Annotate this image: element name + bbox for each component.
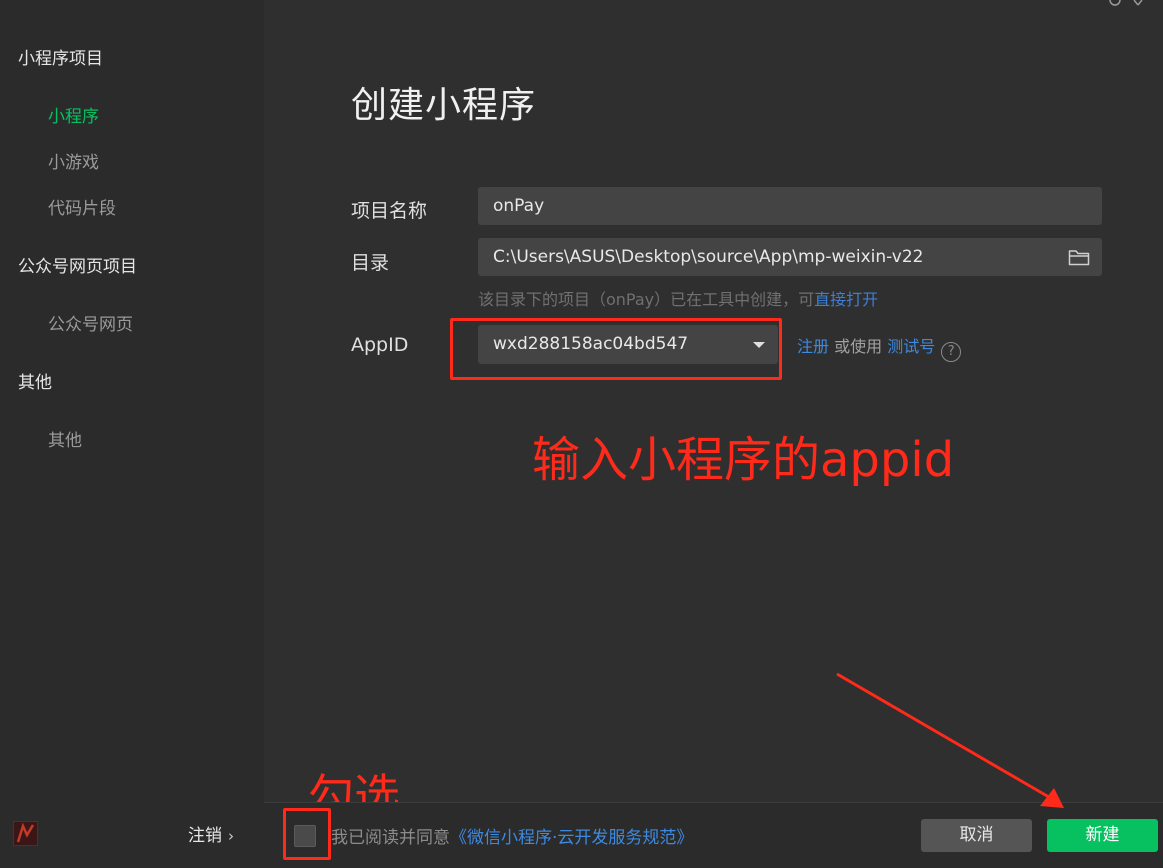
sidebar-group-official: 公众号网页项目 bbox=[18, 257, 137, 277]
create-button[interactable]: 新建 bbox=[1047, 819, 1158, 852]
open-directly-link[interactable]: 直接打开 bbox=[814, 290, 878, 309]
chevron-right-icon: › bbox=[228, 827, 234, 845]
sidebar-item-miniprogram[interactable]: 小程序 bbox=[48, 102, 99, 127]
logout-label: 注销 bbox=[188, 826, 222, 846]
agree-text: 我已阅读并同意《微信小程序·云开发服务规范》 bbox=[331, 823, 693, 848]
avatar-image bbox=[14, 822, 37, 845]
close-icon[interactable] bbox=[1133, 0, 1143, 6]
gear-icon[interactable] bbox=[1109, 0, 1121, 6]
directory-value: C:\Users\ASUS\Desktop\source\App\mp-weix… bbox=[493, 247, 924, 267]
window-controls bbox=[1109, 0, 1143, 6]
project-name-value: onPay bbox=[493, 196, 545, 216]
sidebar-item-minigame[interactable]: 小游戏 bbox=[48, 148, 99, 173]
sidebar-group-other: 其他 bbox=[18, 373, 52, 393]
directory-input[interactable]: C:\Users\ASUS\Desktop\source\App\mp-weix… bbox=[478, 238, 1102, 276]
or-use-text: 或使用 bbox=[834, 337, 883, 356]
sidebar-bottom: 注销 › bbox=[0, 806, 264, 868]
project-name-input[interactable]: onPay bbox=[478, 187, 1102, 225]
directory-hint: 该目录下的项目（onPay）已在工具中创建，可直接打开 bbox=[478, 286, 878, 310]
main-panel: 创建小程序 项目名称 onPay 目录 C:\Users\ASUS\Deskto… bbox=[264, 0, 1163, 868]
help-icon[interactable]: ? bbox=[941, 342, 962, 362]
register-link[interactable]: 注册 bbox=[797, 337, 829, 356]
logout-button[interactable]: 注销 › bbox=[188, 821, 234, 846]
appid-annotation: 输入小程序的appid bbox=[532, 432, 955, 488]
arrow-shaft bbox=[836, 672, 1055, 802]
create-miniprogram-window: 小程序项目 小程序 小游戏 代码片段 公众号网页项目 公众号网页 其他 其他 注… bbox=[0, 0, 1163, 868]
directory-label: 目录 bbox=[351, 252, 390, 274]
avatar[interactable] bbox=[13, 821, 38, 846]
cancel-button[interactable]: 取消 bbox=[921, 819, 1032, 852]
sidebar-item-official-web[interactable]: 公众号网页 bbox=[48, 310, 133, 335]
page-title: 创建小程序 bbox=[351, 85, 537, 126]
sidebar-item-other[interactable]: 其他 bbox=[48, 426, 82, 451]
appid-highlight-box bbox=[450, 318, 782, 380]
appid-label: AppID bbox=[351, 334, 409, 356]
appid-links: 注册 或使用 测试号? bbox=[797, 333, 962, 362]
footer-bar: 我已阅读并同意《微信小程序·云开发服务规范》 取消 新建 bbox=[264, 802, 1163, 868]
sidebar-group-miniprogram: 小程序项目 bbox=[18, 49, 103, 69]
directory-hint-text: 该目录下的项目（onPay）已在工具中创建，可 bbox=[478, 290, 815, 309]
folder-icon[interactable] bbox=[1068, 248, 1090, 266]
agree-label: 我已阅读并同意 bbox=[331, 828, 450, 848]
test-account-link[interactable]: 测试号 bbox=[887, 337, 935, 356]
project-name-label: 项目名称 bbox=[351, 200, 428, 222]
sidebar: 小程序项目 小程序 小游戏 代码片段 公众号网页项目 公众号网页 其他 其他 注… bbox=[0, 0, 264, 868]
checkbox-highlight-box bbox=[283, 808, 331, 860]
sidebar-item-snippet[interactable]: 代码片段 bbox=[48, 194, 116, 219]
service-terms-link[interactable]: 《微信小程序·云开发服务规范》 bbox=[450, 828, 693, 848]
